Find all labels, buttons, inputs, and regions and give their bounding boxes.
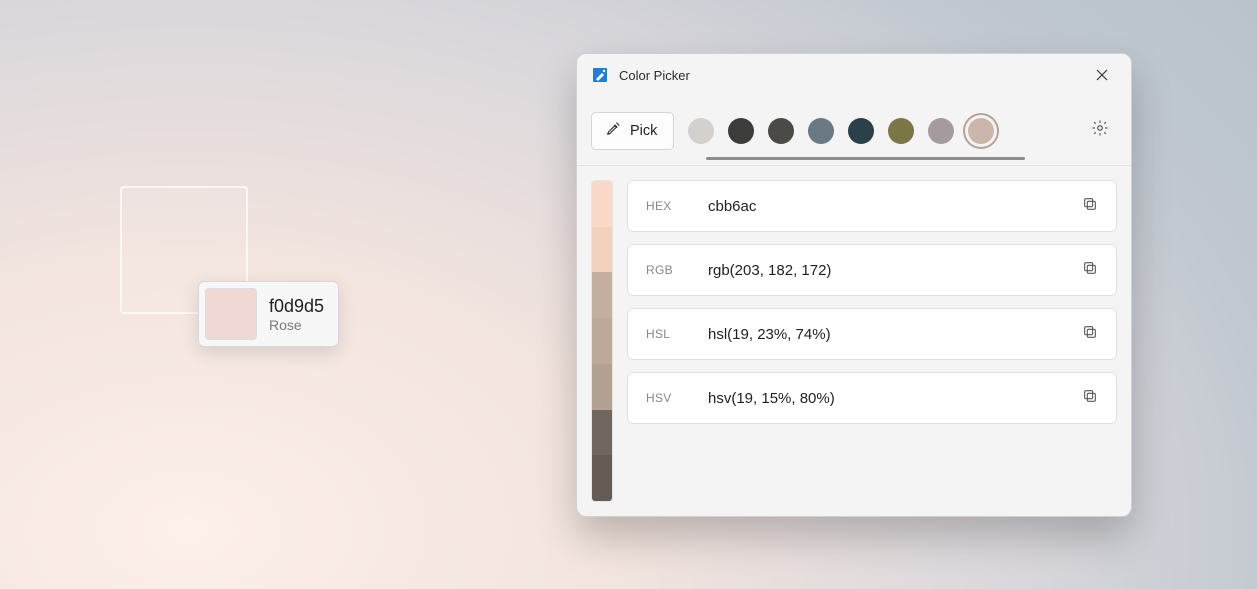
format-label-hsv: HSV xyxy=(646,391,708,405)
format-label-hsl: HSL xyxy=(646,327,708,341)
app-icon xyxy=(591,66,609,84)
copy-icon xyxy=(1082,388,1098,409)
shade-4[interactable] xyxy=(592,364,612,410)
format-label-hex: HEX xyxy=(646,199,708,213)
shade-5[interactable] xyxy=(592,410,612,456)
copy-button-hsl[interactable] xyxy=(1074,318,1106,350)
color-picker-window: Color Picker Pick xyxy=(576,53,1132,517)
shade-1[interactable] xyxy=(592,227,612,273)
format-value-hsv[interactable]: hsv(19, 15%, 80%) xyxy=(708,390,1074,407)
close-button[interactable] xyxy=(1079,59,1125,91)
window-body: HEX cbb6ac RGB rgb(203, 182, 172) HSL hs… xyxy=(577,166,1131,516)
format-value-rgb[interactable]: rgb(203, 182, 172) xyxy=(708,262,1074,279)
copy-button-hex[interactable] xyxy=(1074,190,1106,222)
history-scrollbar[interactable] xyxy=(706,157,1025,160)
eyedropper-swatch xyxy=(205,288,257,340)
copy-button-rgb[interactable] xyxy=(1074,254,1106,286)
titlebar[interactable]: Color Picker xyxy=(577,54,1131,96)
history-color-1[interactable] xyxy=(728,118,754,144)
copy-icon xyxy=(1082,324,1098,345)
history-color-7[interactable] xyxy=(968,118,994,144)
eyedropper-icon xyxy=(604,120,622,142)
copy-button-hsv[interactable] xyxy=(1074,382,1106,414)
eyedropper-tooltip: f0d9d5 Rose xyxy=(198,281,339,347)
shade-6[interactable] xyxy=(592,455,612,501)
copy-icon xyxy=(1082,196,1098,217)
eyedropper-color-name: Rose xyxy=(269,317,324,333)
eyedropper-hex: f0d9d5 xyxy=(269,296,324,317)
pick-button-label: Pick xyxy=(630,123,657,139)
format-row-hsv: HSV hsv(19, 15%, 80%) xyxy=(627,372,1117,424)
shade-0[interactable] xyxy=(592,181,612,227)
history-color-3[interactable] xyxy=(808,118,834,144)
settings-button[interactable] xyxy=(1083,114,1117,148)
format-row-rgb: RGB rgb(203, 182, 172) xyxy=(627,244,1117,296)
format-value-hsl[interactable]: hsl(19, 23%, 74%) xyxy=(708,326,1074,343)
color-formats: HEX cbb6ac RGB rgb(203, 182, 172) HSL hs… xyxy=(627,180,1117,502)
history-color-6[interactable] xyxy=(928,118,954,144)
format-row-hex: HEX cbb6ac xyxy=(627,180,1117,232)
color-history xyxy=(688,118,1069,144)
history-color-4[interactable] xyxy=(848,118,874,144)
shade-2[interactable] xyxy=(592,272,612,318)
shade-3[interactable] xyxy=(592,318,612,364)
toolbar: Pick xyxy=(577,96,1131,166)
gear-icon xyxy=(1091,119,1109,142)
history-color-2[interactable] xyxy=(768,118,794,144)
format-row-hsl: HSL hsl(19, 23%, 74%) xyxy=(627,308,1117,360)
copy-icon xyxy=(1082,260,1098,281)
window-title: Color Picker xyxy=(619,68,690,83)
shade-strip[interactable] xyxy=(591,180,613,502)
history-color-5[interactable] xyxy=(888,118,914,144)
history-color-0[interactable] xyxy=(688,118,714,144)
format-value-hex[interactable]: cbb6ac xyxy=(708,198,1074,215)
format-label-rgb: RGB xyxy=(646,263,708,277)
pick-button[interactable]: Pick xyxy=(591,112,674,150)
